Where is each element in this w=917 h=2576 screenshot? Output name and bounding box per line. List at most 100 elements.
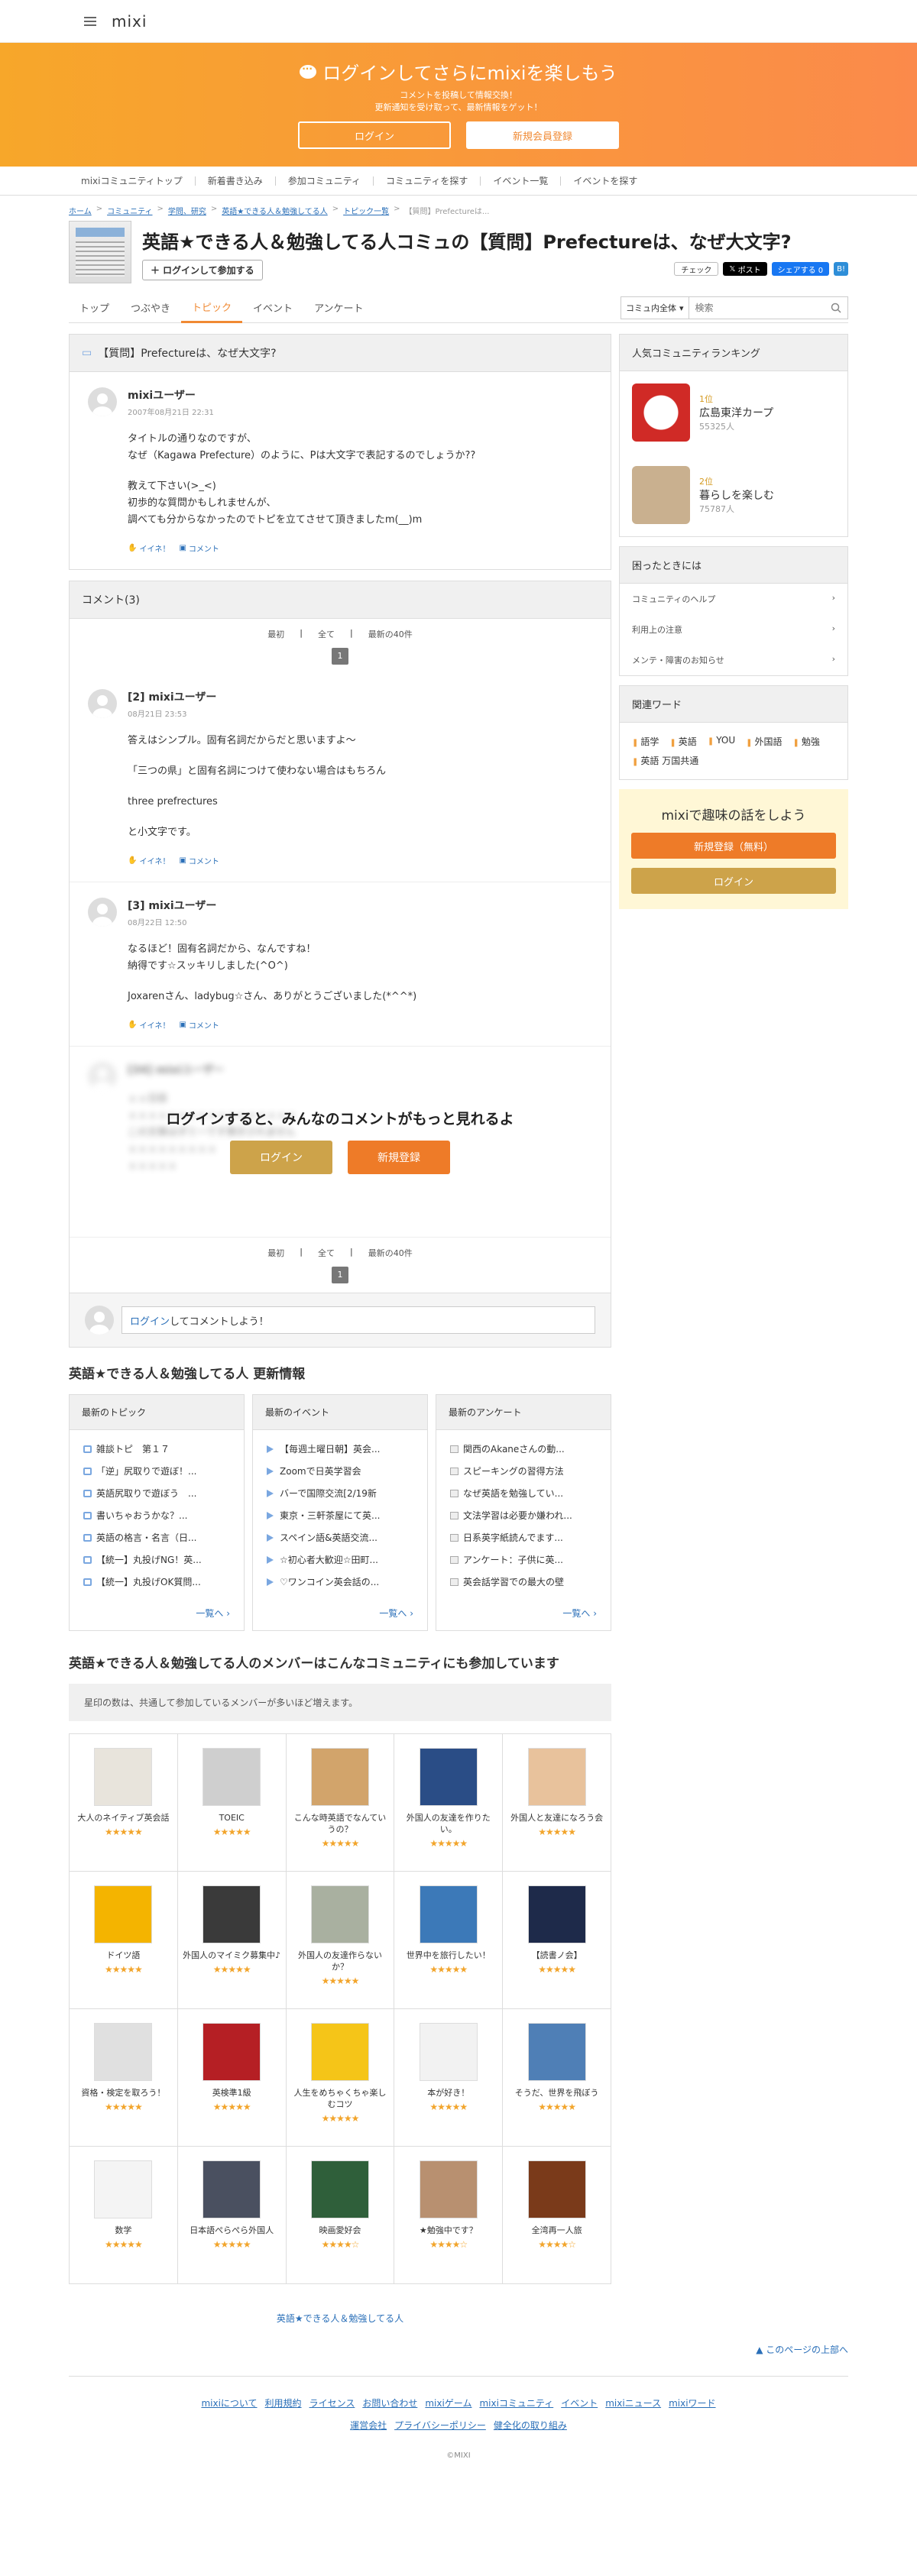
nav-find-event[interactable]: イベントを探す xyxy=(561,176,650,186)
tab-surveys[interactable]: アンケート xyxy=(303,293,374,323)
community-card[interactable]: 人生をめちゃくちゃ楽しむコツ ★★★★★ xyxy=(286,2009,395,2147)
help-link[interactable]: 利用上の注意 › xyxy=(620,614,847,645)
update-item[interactable]: スペイン語&英語交流... xyxy=(267,1526,413,1549)
community-thumbnail[interactable] xyxy=(69,221,131,283)
bookmark-button[interactable]: B! xyxy=(834,262,848,276)
pager-first[interactable]: 最初 xyxy=(267,628,284,640)
pager-all[interactable]: 全て xyxy=(318,628,335,640)
update-item[interactable]: Zoomで日英学習会 xyxy=(267,1460,413,1482)
community-card[interactable]: 世界中を旅行したい！ ★★★★★ xyxy=(394,1872,504,2009)
x-post-button[interactable]: 𝕏 ポスト xyxy=(723,262,767,276)
footer-link[interactable]: mixiコミュニティ xyxy=(479,2396,553,2409)
comment-input[interactable]: ログイン してコメントしよう！ xyxy=(122,1306,595,1334)
back-to-top-link[interactable]: ▲ このページの上部へ xyxy=(756,2345,848,2355)
banner-register-button[interactable]: 新規会員登録 xyxy=(466,121,619,149)
community-card[interactable]: 本が好き！ ★★★★★ xyxy=(394,2009,504,2147)
community-card[interactable]: 日本語ぺらぺら外国人 ★★★★★ xyxy=(177,2147,287,2284)
update-item[interactable]: 【統一】丸投げNG！英... xyxy=(83,1549,230,1571)
tab-events[interactable]: イベント xyxy=(242,293,303,323)
community-card[interactable]: TOEIC ★★★★★ xyxy=(177,1734,287,1872)
update-item[interactable]: 関西のAkaneさんの動... xyxy=(450,1438,597,1460)
community-card[interactable]: 【読書ノ会】 ★★★★★ xyxy=(503,1872,611,2009)
breadcrumb-topic-list[interactable]: トピック一覧 xyxy=(343,205,389,216)
footer-link[interactable]: mixiゲーム xyxy=(425,2396,471,2409)
mixi-logo[interactable]: mixi xyxy=(112,12,147,31)
update-item[interactable]: 【統一】丸投げOK質問... xyxy=(83,1571,230,1593)
avatar[interactable] xyxy=(88,689,117,718)
update-item[interactable]: スピーキングの習得方法 xyxy=(450,1460,597,1482)
nav-community-top[interactable]: mixiコミュニティトップ xyxy=(69,176,196,186)
prompt-login-button[interactable]: ログイン xyxy=(230,1141,332,1174)
update-item[interactable]: バーで国際交流[2/19新 xyxy=(267,1482,413,1504)
page-number[interactable]: 1 xyxy=(332,648,348,665)
update-item[interactable]: 英語尻取りで遊ぼう ... xyxy=(83,1482,230,1504)
community-card[interactable]: 全湾再一人旅 ★★★★☆ xyxy=(503,2147,611,2284)
community-card[interactable]: 英検準1級 ★★★★★ xyxy=(177,2009,287,2147)
update-item[interactable]: 日系英字紙読んでます... xyxy=(450,1526,597,1549)
tab-top[interactable]: トップ xyxy=(69,293,120,323)
pager-all[interactable]: 全て xyxy=(318,1247,335,1259)
pager-first[interactable]: 最初 xyxy=(267,1247,284,1259)
avatar[interactable] xyxy=(88,387,117,416)
community-card[interactable]: ★勉強中です？ ★★★★☆ xyxy=(394,2147,504,2284)
footer-link[interactable]: 運営会社 xyxy=(350,2419,387,2432)
search-icon[interactable] xyxy=(825,297,847,319)
comment-author[interactable]: [3] mixiユーザー xyxy=(128,898,592,913)
comment-button[interactable]: ▣ コメント xyxy=(179,855,219,866)
pager-latest[interactable]: 最新の40件 xyxy=(368,628,413,640)
community-card[interactable]: こんな時英語でなんていうの？ ★★★★★ xyxy=(286,1734,395,1872)
comment-login-link[interactable]: ログイン xyxy=(130,1313,170,1328)
update-item[interactable]: 【毎週土曜日朝】英会... xyxy=(267,1438,413,1460)
update-item[interactable]: ☆初心者大歓迎☆田町... xyxy=(267,1549,413,1571)
breadcrumb-home[interactable]: ホーム xyxy=(69,205,92,216)
like-button[interactable]: ✋ イイネ！ xyxy=(128,855,170,866)
footer-link[interactable]: 健全化の取り組み xyxy=(494,2419,567,2432)
help-link[interactable]: コミュニティのヘルプ › xyxy=(620,584,847,614)
community-card[interactable]: そうだ、世界を飛ぼう ★★★★★ xyxy=(503,2009,611,2147)
footer-link[interactable]: mixiワード xyxy=(669,2396,715,2409)
prompt-register-button[interactable]: 新規登録 xyxy=(348,1141,450,1174)
page-number[interactable]: 1 xyxy=(332,1267,348,1283)
more-surveys-link[interactable]: 一覧へ xyxy=(562,1608,590,1619)
check-button[interactable]: チェック xyxy=(674,262,719,276)
keyword-tag[interactable]: YOU xyxy=(708,735,735,748)
breadcrumb-community-name[interactable]: 英語★できる人＆勉強してる人 xyxy=(222,205,327,216)
tab-tweets[interactable]: つぶやき xyxy=(120,293,181,323)
pager-latest[interactable]: 最新の40件 xyxy=(368,1247,413,1259)
footer-link[interactable]: ライセンス xyxy=(309,2396,355,2409)
breadcrumb-community[interactable]: コミュニティ xyxy=(107,205,152,216)
update-item[interactable]: 雑談トピ 第１７ xyxy=(83,1438,230,1460)
community-card[interactable]: 外国人のマイミク募集中♪ ★★★★★ xyxy=(177,1872,287,2009)
update-item[interactable]: 東京・三軒茶屋にて英... xyxy=(267,1504,413,1526)
nav-new-posts[interactable]: 新着書き込み xyxy=(196,176,276,186)
banner-login-button[interactable]: ログイン xyxy=(298,121,451,149)
keyword-tag[interactable]: 外国語 xyxy=(746,735,783,748)
join-button[interactable]: ＋ログインして参加する xyxy=(142,260,263,280)
community-card[interactable]: 外国人の友達を作りたい。 ★★★★★ xyxy=(394,1734,504,1872)
ranking-item[interactable]: 2位 暮らしを楽しむ 75787人 xyxy=(620,454,847,536)
like-button[interactable]: ✋ イイネ！ xyxy=(128,1019,170,1031)
keyword-tag[interactable]: 勉強 xyxy=(793,735,820,748)
keyword-tag[interactable]: 英語 万国共通 xyxy=(632,754,698,767)
update-item[interactable]: なぜ英語を勉強してい... xyxy=(450,1482,597,1504)
community-card[interactable]: 数学 ★★★★★ xyxy=(70,2147,178,2284)
keyword-tag[interactable]: 語学 xyxy=(632,735,659,748)
more-topics-link[interactable]: 一覧へ xyxy=(196,1608,223,1619)
more-events-link[interactable]: 一覧へ xyxy=(379,1608,407,1619)
update-item[interactable]: 英語の格言・名言（日... xyxy=(83,1526,230,1549)
facebook-share-button[interactable]: シェアする 0 xyxy=(771,262,830,276)
footer-link[interactable]: 利用規約 xyxy=(265,2396,302,2409)
community-card[interactable]: 外国人と友達になろう会 ★★★★★ xyxy=(503,1734,611,1872)
community-card[interactable]: 大人のネイティブ英会話 ★★★★★ xyxy=(70,1734,178,1872)
menu-icon[interactable] xyxy=(84,16,96,26)
promo-login-button[interactable]: ログイン xyxy=(631,868,836,894)
comment-author[interactable]: [2] mixiユーザー xyxy=(128,689,592,704)
search-input[interactable] xyxy=(689,297,825,319)
like-button[interactable]: ✋ イイネ！ xyxy=(128,542,170,554)
footer-link[interactable]: mixiニュース xyxy=(605,2396,661,2409)
post-author[interactable]: mixiユーザー xyxy=(128,387,592,403)
nav-event-list[interactable]: イベント一覧 xyxy=(481,176,562,186)
update-item[interactable]: 文法学習は必要か嫌われ... xyxy=(450,1504,597,1526)
community-link[interactable]: 英語★できる人＆勉強してる人 xyxy=(277,2313,403,2324)
update-item[interactable]: ♡ワンコイン英会話の... xyxy=(267,1571,413,1593)
